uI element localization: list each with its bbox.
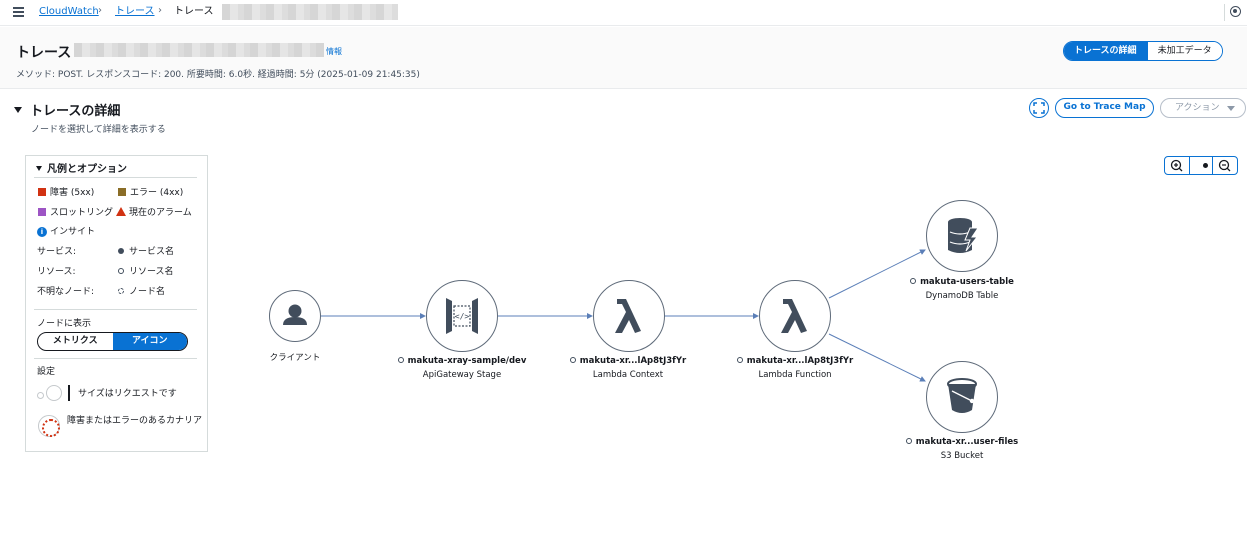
node-s3-bucket-label: makuta-xr...user-files S3 Bucket <box>897 435 1027 463</box>
resource-ring-icon <box>736 357 743 363</box>
svg-text:</>: </> <box>455 312 470 321</box>
node-lambda-function[interactable] <box>759 280 831 352</box>
lambda-icon <box>615 299 641 333</box>
trace-graph-edges <box>321 249 926 382</box>
resource-ring-icon <box>905 438 912 444</box>
node-client-label: クライアント <box>269 353 321 363</box>
node-api-gateway[interactable]: </> <box>426 280 498 352</box>
node-dynamodb-label: makuta-users-table DynamoDB Table <box>897 275 1027 303</box>
resource-ring-icon <box>397 357 404 363</box>
node-client[interactable] <box>269 290 321 342</box>
node-lambda-function-label: makuta-xr...lAp8tJ3fYr Lambda Function <box>730 354 860 382</box>
api-gateway-icon: </> <box>446 298 478 334</box>
node-dynamodb[interactable] <box>926 200 998 272</box>
node-api-gateway-label: makuta-xray-sample/dev ApiGateway Stage <box>397 354 527 382</box>
node-s3-bucket[interactable] <box>926 361 998 433</box>
dynamodb-icon <box>948 218 979 253</box>
lambda-icon <box>781 299 807 333</box>
s3-bucket-icon <box>947 378 977 413</box>
resource-ring-icon <box>910 278 917 284</box>
user-icon <box>283 304 307 325</box>
node-lambda-context-label: makuta-xr...lAp8tJ3fYr Lambda Context <box>563 354 693 382</box>
resource-ring-icon <box>569 357 576 363</box>
node-lambda-context[interactable] <box>593 280 665 352</box>
